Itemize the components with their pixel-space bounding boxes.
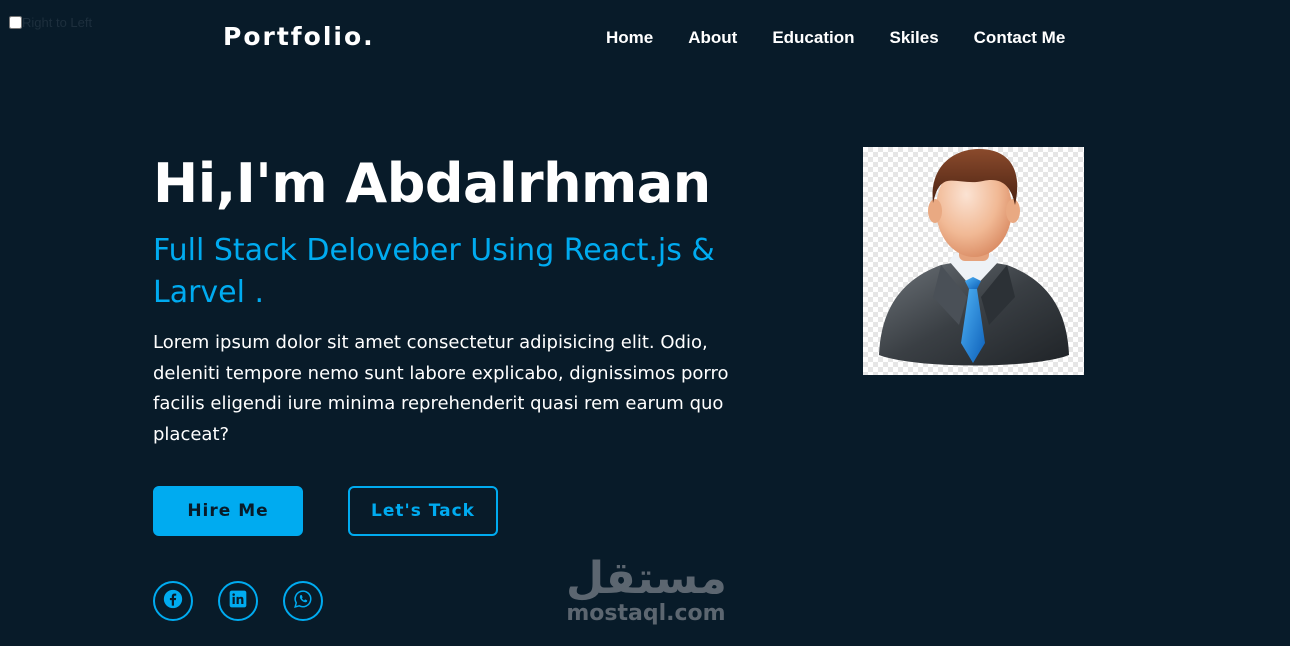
portfolio-page: Right to Left Portfolio. Home About Educ… xyxy=(0,0,1290,646)
whatsapp-icon xyxy=(293,589,313,613)
watermark-logo: مستقل xyxy=(566,553,727,604)
site-logo[interactable]: Portfolio. xyxy=(223,22,375,51)
profile-avatar xyxy=(863,147,1084,375)
nav-home[interactable]: Home xyxy=(606,28,653,48)
rtl-label: Right to Left xyxy=(22,15,93,30)
facebook-link[interactable] xyxy=(153,581,193,621)
nav-skills[interactable]: Skiles xyxy=(890,28,939,48)
linkedin-link[interactable] xyxy=(218,581,258,621)
nav-about[interactable]: About xyxy=(688,28,737,48)
hero-description: Lorem ipsum dolor sit amet consectetur a… xyxy=(153,332,729,445)
nav-education[interactable]: Education xyxy=(772,28,854,48)
nav-contact[interactable]: Contact Me xyxy=(974,28,1066,48)
linkedin-icon xyxy=(228,589,248,613)
watermark-url: mostaql.com xyxy=(566,601,726,626)
hero-title: Hi,I'm Abdalrhman xyxy=(153,152,711,215)
rtl-checkbox[interactable] xyxy=(9,16,22,29)
businessman-avatar-icon xyxy=(879,149,1069,366)
whatsapp-link[interactable] xyxy=(283,581,323,621)
hire-me-button[interactable]: Hire Me xyxy=(153,486,303,536)
mostaql-watermark: مستقل mostaql.com xyxy=(566,553,727,636)
main-nav: Home About Education Skiles Contact Me xyxy=(606,28,1065,48)
rtl-toggle[interactable]: Right to Left xyxy=(9,15,92,30)
hero-subtitle: Full Stack Deloveber Using React.js & La… xyxy=(153,233,715,310)
facebook-icon xyxy=(163,589,183,613)
lets-talk-button[interactable]: Let's Tack xyxy=(348,486,498,536)
